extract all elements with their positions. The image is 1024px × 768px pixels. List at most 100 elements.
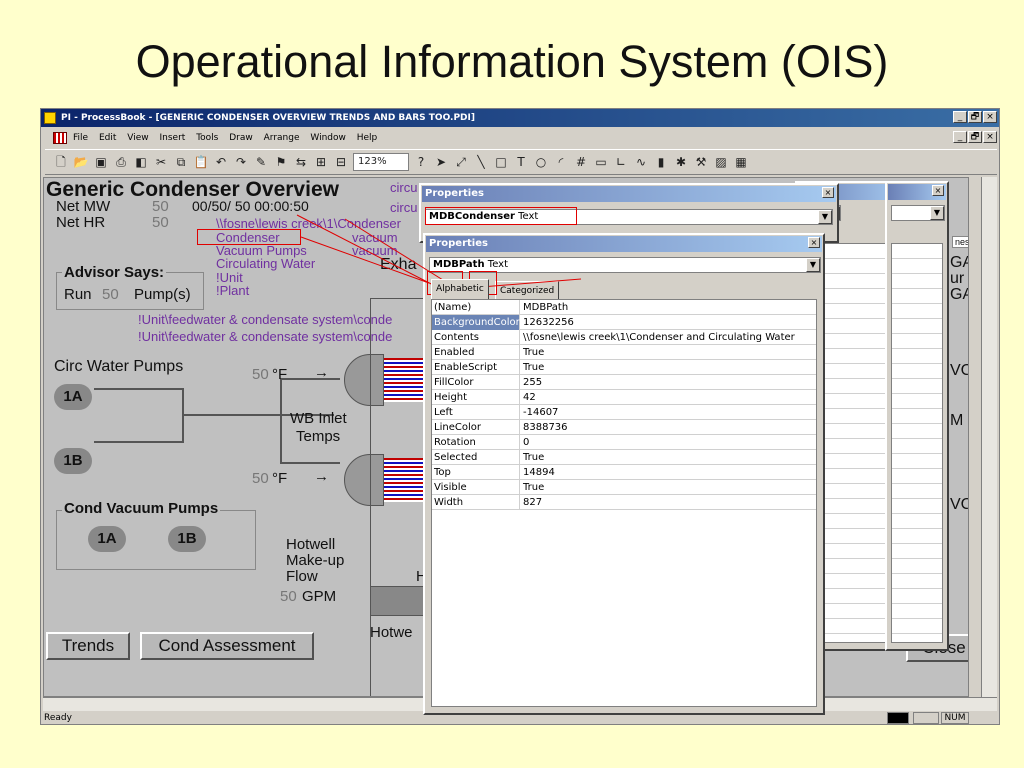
pump-1a[interactable]: 1A (54, 384, 92, 410)
property-value[interactable]: -14607 (522, 405, 558, 420)
cond-assessment-button[interactable]: Cond Assessment (140, 632, 314, 660)
undo-icon[interactable]: ↶ (213, 154, 229, 170)
chevron-down-icon[interactable]: ▼ (818, 210, 832, 224)
copy-icon[interactable]: ⧉ (173, 154, 189, 170)
unit-path-2[interactable]: !Unit\feedwater & condensate system\cond… (138, 329, 392, 344)
property-row[interactable]: BackgroundColor 12632256 (432, 315, 816, 330)
select-icon[interactable]: ⤢ (453, 154, 469, 170)
property-row[interactable]: Selected True (432, 450, 816, 465)
new-icon[interactable]: 🗋 (53, 154, 69, 170)
close-icon[interactable]: × (808, 237, 820, 248)
format-icon[interactable]: ✎ (253, 154, 269, 170)
property-value[interactable]: True (522, 480, 544, 495)
property-value[interactable]: True (522, 450, 544, 465)
property-row[interactable]: FillColor 255 (432, 375, 816, 390)
unit-path-1[interactable]: !Unit\feedwater & condensate system\cond… (138, 312, 392, 327)
close-icon[interactable]: × (932, 185, 944, 196)
properties-window-back-3[interactable]: × ▼ (885, 181, 949, 651)
group-icon[interactable]: ⊞ (313, 154, 329, 170)
properties-window-path[interactable]: Properties × MDBPath Text ▼ Alphabetic C… (423, 233, 825, 715)
link-circulating-water[interactable]: Circulating Water (216, 256, 315, 271)
property-row[interactable]: Width 827 (432, 495, 816, 510)
cut-icon[interactable]: ✂ (153, 154, 169, 170)
window-titlebar[interactable]: PI - ProcessBook - [GENERIC CONDENSER OV… (41, 109, 999, 127)
preview-icon[interactable]: ◧ (133, 154, 149, 170)
property-value[interactable]: 42 (522, 390, 536, 405)
chart-icon[interactable]: ▮ (653, 154, 669, 170)
trends-button[interactable]: Trends (46, 632, 130, 660)
menu-edit[interactable]: Edit (99, 133, 116, 143)
menu-insert[interactable]: Insert (159, 133, 185, 143)
property-row[interactable]: Left -14607 (432, 405, 816, 420)
menu-view[interactable]: View (127, 133, 148, 143)
close-icon[interactable]: × (822, 187, 834, 198)
property-row[interactable]: Contents \\fosne\lewis creek\1\Condenser … (432, 330, 816, 345)
line-icon[interactable]: ╲ (473, 154, 489, 170)
ungroup-icon[interactable]: ⊟ (333, 154, 349, 170)
property-value[interactable]: 827 (522, 495, 542, 510)
property-grid[interactable] (891, 243, 943, 643)
value-icon[interactable]: # (573, 154, 589, 170)
save-icon[interactable]: ▣ (93, 154, 109, 170)
property-value[interactable]: True (522, 345, 544, 360)
property-value[interactable]: \\fosne\lewis creek\1\Condenser and Circ… (522, 330, 795, 345)
app-icon[interactable] (44, 112, 56, 124)
xy-plot-icon[interactable]: ∿ (633, 154, 649, 170)
property-value[interactable]: 255 (522, 375, 542, 390)
menu-file[interactable]: File (73, 133, 88, 143)
property-row[interactable]: Top 14894 (432, 465, 816, 480)
ole-icon[interactable]: ▦ (733, 154, 749, 170)
menu-tools[interactable]: Tools (196, 133, 218, 143)
property-row[interactable]: LineColor 8388736 (432, 420, 816, 435)
doc-restore-button[interactable]: 🗗 (968, 131, 982, 143)
property-row[interactable]: Rotation 0 (432, 435, 816, 450)
close-button[interactable]: × (983, 111, 997, 123)
image-icon[interactable]: ▨ (713, 154, 729, 170)
property-grid[interactable]: (Name) MDBPath BackgroundColor 12632256 Cont… (431, 299, 817, 707)
print-icon[interactable]: ⎙ (113, 154, 129, 170)
vertical-scrollbar[interactable] (981, 177, 997, 697)
property-row[interactable]: (Name) MDBPath (432, 300, 816, 315)
vacuum-pump-1a[interactable]: 1A (88, 526, 126, 552)
property-row[interactable]: EnableScript True (432, 360, 816, 375)
chevron-down-icon[interactable]: ▼ (806, 258, 820, 272)
trend-icon[interactable]: ▭ (593, 154, 609, 170)
minimize-button[interactable]: _ (953, 111, 967, 123)
tag-icon[interactable]: ⚑ (273, 154, 289, 170)
help-icon[interactable]: ? (413, 154, 429, 170)
doc-minimize-button[interactable]: _ (953, 131, 967, 143)
menu-help[interactable]: Help (357, 133, 378, 143)
pointer-icon[interactable]: ➤ (433, 154, 449, 170)
property-row[interactable]: Enabled True (432, 345, 816, 360)
properties-titlebar[interactable]: Properties (422, 186, 836, 202)
menu-draw[interactable]: Draw (229, 133, 253, 143)
restore-button[interactable]: 🗗 (968, 111, 982, 123)
object-combo[interactable]: ▼ (891, 205, 945, 221)
arc-icon[interactable]: ◜ (553, 154, 569, 170)
symbol-icon[interactable]: ✱ (673, 154, 689, 170)
link-plant[interactable]: !Plant (216, 283, 249, 298)
text-icon[interactable]: T (513, 154, 529, 170)
pump-1b[interactable]: 1B (54, 448, 92, 474)
tab-categorized[interactable]: Categorized (495, 281, 560, 299)
property-row[interactable]: Height 42 (432, 390, 816, 405)
ellipse-icon[interactable]: ○ (533, 154, 549, 170)
menu-arrange[interactable]: Arrange (264, 133, 300, 143)
properties-titlebar[interactable]: Properties (426, 236, 822, 252)
zoom-select[interactable]: 123% (353, 153, 409, 171)
tools-icon[interactable]: ⚒ (693, 154, 709, 170)
open-icon[interactable]: 📂 (73, 154, 89, 170)
property-value[interactable]: 12632256 (522, 315, 574, 330)
menu-window[interactable]: Window (310, 133, 346, 143)
align-icon[interactable]: ⇆ (293, 154, 309, 170)
rectangle-icon[interactable]: □ (493, 154, 509, 170)
paste-icon[interactable]: 📋 (193, 154, 209, 170)
redo-icon[interactable]: ↷ (233, 154, 249, 170)
chevron-down-icon[interactable]: ▼ (930, 206, 944, 220)
property-value[interactable]: 14894 (522, 465, 555, 480)
property-value[interactable]: True (522, 360, 544, 375)
bar-icon[interactable]: ∟ (613, 154, 629, 170)
property-row[interactable]: Visible True (432, 480, 816, 495)
property-value[interactable]: 8388736 (522, 420, 568, 435)
property-value[interactable]: MDBPath (522, 300, 568, 315)
